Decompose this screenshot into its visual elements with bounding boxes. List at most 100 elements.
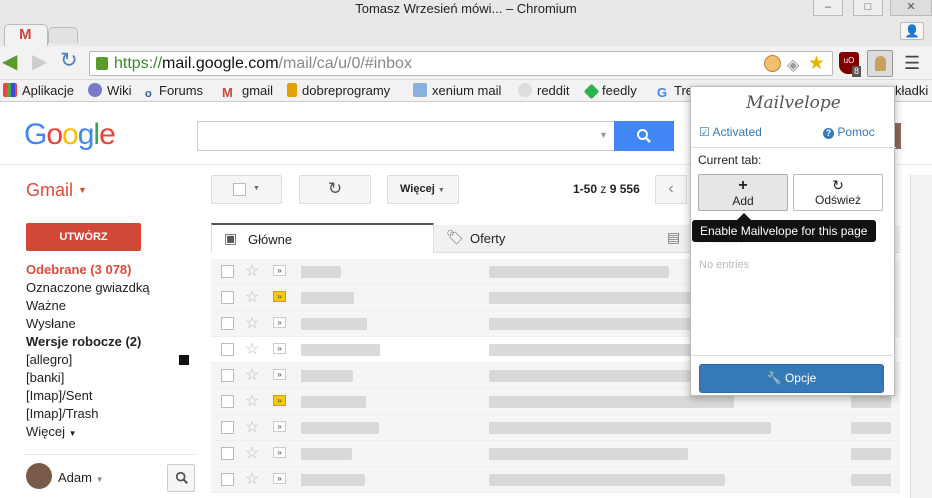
forums-icon: o bbox=[145, 88, 152, 100]
browser-tab-gmail[interactable]: M bbox=[4, 24, 48, 46]
nav-sent[interactable]: Wysłane bbox=[26, 316, 76, 331]
hangouts-avatar[interactable] bbox=[26, 463, 52, 489]
search-button[interactable] bbox=[614, 121, 674, 151]
add-button[interactable]: + Add bbox=[698, 174, 788, 211]
table-row[interactable]: ☆» bbox=[211, 467, 900, 493]
nav-starred[interactable]: Oznaczone gwiazdką bbox=[26, 280, 150, 295]
importance-marker-icon[interactable]: » bbox=[273, 395, 286, 406]
maximize-button[interactable]: □ bbox=[853, 0, 883, 16]
nav-label-imap-trash[interactable]: [Imap]/Trash bbox=[26, 406, 98, 421]
subject-redacted bbox=[489, 396, 734, 408]
bookmark-feedly[interactable]: feedly bbox=[583, 83, 637, 100]
more-actions-button[interactable]: Więcej ▼ bbox=[387, 175, 459, 204]
tab-promotions[interactable]: 🏷 Oferty bbox=[434, 225, 657, 253]
sender-redacted bbox=[301, 396, 366, 408]
importance-marker-icon[interactable]: » bbox=[273, 291, 286, 302]
importance-marker-icon[interactable]: » bbox=[273, 421, 286, 432]
nav-label-allegro[interactable]: [allegro] bbox=[26, 352, 72, 367]
prev-page-button[interactable]: ‹ bbox=[655, 175, 687, 204]
star-icon[interactable]: ☆ bbox=[245, 365, 259, 385]
star-icon[interactable]: ☆ bbox=[245, 339, 259, 359]
url-path: /mail/ca/u/0/#inbox bbox=[278, 55, 412, 72]
importance-marker-icon[interactable]: » bbox=[273, 265, 286, 276]
bookmark-star-icon[interactable]: ★ bbox=[808, 52, 825, 75]
bookmark-google[interactable]: G Tre bbox=[657, 83, 693, 100]
importance-marker-icon[interactable]: » bbox=[273, 343, 286, 354]
checkbox-icon[interactable] bbox=[221, 395, 234, 408]
bookmark-other[interactable]: kładki bbox=[895, 83, 928, 98]
search-input[interactable]: ▼ bbox=[197, 121, 615, 151]
bookmark-xenium-mail[interactable]: xenium mail bbox=[413, 83, 501, 98]
refresh-button[interactable]: ↻ bbox=[299, 175, 371, 204]
bookmark-wiki[interactable]: Wiki bbox=[88, 83, 132, 98]
menu-icon[interactable]: ☰ bbox=[904, 54, 920, 72]
importance-marker-icon[interactable]: » bbox=[273, 447, 286, 458]
refresh-button[interactable]: ↻ Odśwież bbox=[793, 174, 883, 211]
gmail-menu[interactable]: Gmail ▼ bbox=[26, 180, 87, 201]
window-title: Tomasz Wrzesień mówi... – Chromium bbox=[355, 1, 577, 16]
nav-important[interactable]: Ważne bbox=[26, 298, 66, 313]
nav-inbox[interactable]: Odebrane (3 078) bbox=[26, 262, 132, 277]
nav-more[interactable]: Więcej ▼ bbox=[26, 424, 77, 439]
sender-redacted bbox=[301, 266, 341, 278]
extension-diamond-icon[interactable]: ◈ bbox=[787, 55, 799, 75]
checkbox-icon[interactable] bbox=[221, 291, 234, 304]
label-color-swatch[interactable] bbox=[179, 355, 189, 365]
checkbox-icon[interactable] bbox=[221, 369, 234, 382]
activated-toggle[interactable]: ☑ Activated bbox=[699, 125, 762, 139]
url-scheme: https:// bbox=[114, 55, 163, 72]
search-options-icon[interactable]: ▼ bbox=[599, 130, 608, 140]
hangouts-user[interactable]: Adam ▼ bbox=[58, 470, 104, 485]
star-icon[interactable]: ☆ bbox=[245, 261, 259, 281]
ublock-badge: 8 bbox=[852, 66, 862, 77]
star-icon[interactable]: ☆ bbox=[245, 313, 259, 333]
star-icon[interactable]: ☆ bbox=[245, 417, 259, 437]
star-icon[interactable]: ☆ bbox=[245, 391, 259, 411]
dobreprogramy-icon bbox=[287, 83, 297, 97]
bookmark-dobreprogramy[interactable]: dobreprogramy bbox=[287, 83, 390, 98]
checkbox-icon[interactable] bbox=[221, 317, 234, 330]
bookmark-aplikacje[interactable]: Aplikacje bbox=[3, 83, 74, 98]
compose-button[interactable]: UTWÓRZ bbox=[26, 223, 141, 251]
checkbox-icon[interactable] bbox=[221, 421, 234, 434]
options-button[interactable]: 🔧 Opcje bbox=[699, 364, 884, 393]
bookmark-reddit[interactable]: reddit bbox=[518, 83, 570, 98]
nav-label-banki[interactable]: [banki] bbox=[26, 370, 64, 385]
importance-marker-icon[interactable]: » bbox=[273, 317, 286, 328]
back-arrow-icon[interactable]: ◀ bbox=[2, 51, 17, 73]
star-icon[interactable]: ☆ bbox=[245, 287, 259, 307]
checkbox-icon[interactable] bbox=[221, 265, 234, 278]
minimize-button[interactable]: – bbox=[813, 0, 843, 16]
google-logo[interactable]: Google bbox=[24, 118, 116, 152]
sender-redacted bbox=[301, 448, 352, 460]
reload-icon[interactable]: ↻ bbox=[60, 50, 78, 72]
profile-icon[interactable]: 👤 bbox=[900, 22, 924, 40]
wiki-icon bbox=[88, 83, 102, 97]
help-link[interactable]: ? Pomoc bbox=[823, 125, 875, 139]
select-all-button[interactable]: ▼ bbox=[211, 175, 282, 204]
hangouts-search-button[interactable] bbox=[167, 464, 195, 492]
close-button[interactable]: ✕ bbox=[890, 0, 932, 16]
nav-drafts[interactable]: Wersje robocze (2) bbox=[26, 334, 141, 349]
mailvelope-title: Mailvelope bbox=[746, 93, 841, 113]
scrollbar[interactable] bbox=[910, 175, 932, 498]
importance-marker-icon[interactable]: » bbox=[273, 369, 286, 380]
nav-label-imap-sent[interactable]: [Imap]/Sent bbox=[26, 388, 92, 403]
sender-redacted bbox=[301, 318, 367, 330]
importance-marker-icon[interactable]: » bbox=[273, 473, 286, 484]
blocked-content-icon[interactable] bbox=[764, 55, 781, 72]
table-row[interactable]: ☆» bbox=[211, 441, 900, 467]
star-icon[interactable]: ☆ bbox=[245, 443, 259, 463]
tab-primary[interactable]: ▣ Główne bbox=[211, 223, 434, 253]
mailvelope-extension-icon[interactable] bbox=[867, 50, 893, 77]
checkbox-icon[interactable] bbox=[221, 447, 234, 460]
table-row[interactable]: ☆» bbox=[211, 415, 900, 441]
address-bar[interactable]: https://mail.google.com/mail/ca/u/0/#inb… bbox=[89, 51, 833, 76]
star-icon[interactable]: ☆ bbox=[245, 469, 259, 489]
new-tab-button[interactable] bbox=[48, 27, 78, 43]
checkbox-icon[interactable] bbox=[221, 343, 234, 356]
forward-arrow-icon[interactable]: ▶ bbox=[32, 51, 47, 73]
bookmark-gmail[interactable]: Mgmail bbox=[222, 83, 273, 100]
bookmark-forums[interactable]: o Forums bbox=[145, 83, 203, 102]
checkbox-icon[interactable] bbox=[221, 473, 234, 486]
